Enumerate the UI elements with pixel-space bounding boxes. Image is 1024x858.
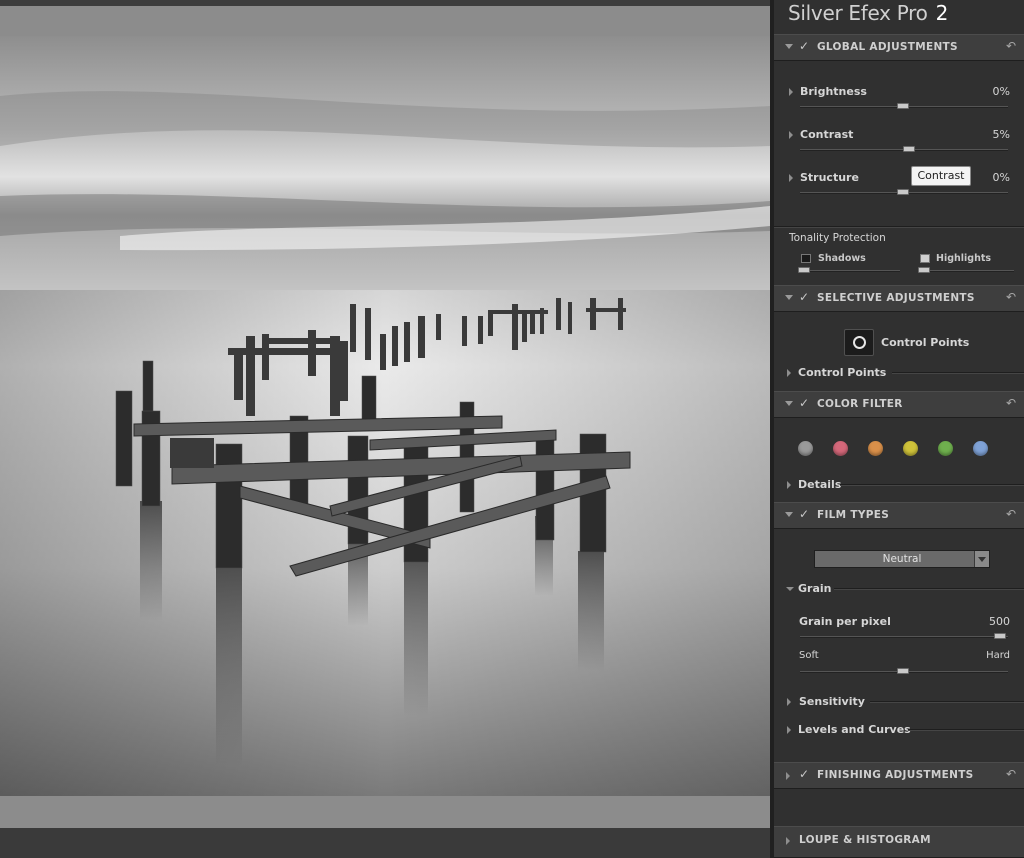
grain-softness-slider-handle[interactable] [897,668,909,674]
structure-label: Structure [800,171,859,184]
collapse-triangle-icon[interactable] [785,44,793,49]
check-icon[interactable]: ✓ [799,39,809,53]
brightness-label: Brightness [800,85,867,98]
color-filter-green-swatch[interactable] [938,441,953,456]
grain-per-pixel-slider-handle[interactable] [994,633,1006,639]
section-film-types[interactable]: ✓ FILM TYPES ↶ [774,502,1024,529]
section-color-filter[interactable]: ✓ COLOR FILTER ↶ [774,391,1024,418]
color-filter-neutral-swatch[interactable] [798,441,813,456]
grain-soft-label: Soft [799,650,819,661]
tonality-protection-label: Tonality Protection [789,232,886,244]
grain-per-pixel-value: 500 [989,615,1010,628]
image-preview-area [0,0,770,858]
chevron-down-icon[interactable] [974,551,989,567]
divider [892,372,1024,374]
undo-icon[interactable]: ↶ [1006,39,1016,53]
section-label: FILM TYPES [817,509,890,521]
film-type-selected: Neutral [882,553,922,565]
control-points-button-label: Control Points [881,336,970,349]
structure-value: 0% [992,171,1010,184]
preview-photo[interactable] [0,36,770,796]
collapse-triangle-icon[interactable] [785,295,793,300]
shadows-checkbox[interactable] [801,254,811,263]
highlights-slider-handle[interactable] [918,267,930,273]
divider [774,226,1024,228]
expand-triangle-icon[interactable] [789,88,793,96]
color-filter-details-label[interactable]: Details [798,478,841,491]
undo-icon[interactable]: ↶ [1006,767,1016,781]
divider [870,701,1024,703]
expand-triangle-icon[interactable] [789,174,793,182]
structure-slider-handle[interactable] [897,189,909,195]
section-label: LOUPE & HISTOGRAM [799,834,931,846]
color-filter-red-swatch[interactable] [833,441,848,456]
grain-hard-label: Hard [986,650,1010,661]
collapse-triangle-icon[interactable] [785,401,793,406]
app-title: Silver Efex Pro 2 [788,0,948,33]
divider [908,729,1024,731]
collapse-triangle-icon[interactable] [785,512,793,517]
grain-per-pixel-slider-track[interactable] [800,636,1008,638]
highlights-label: Highlights [936,253,992,264]
undo-icon[interactable]: ↶ [1006,396,1016,410]
contrast-slider-handle[interactable] [903,146,915,152]
divider [834,588,1024,590]
adjustments-panel: Silver Efex Pro 2 ✓ GLOBAL ADJUSTMENTS ↶… [770,0,1024,858]
sensitivity-label[interactable]: Sensitivity [799,695,865,708]
highlights-slider-track[interactable] [920,270,1014,272]
section-label: FINISHING ADJUSTMENTS [817,769,974,781]
section-global-adjustments[interactable]: ✓ GLOBAL ADJUSTMENTS ↶ [774,34,1024,61]
undo-icon[interactable]: ↶ [1006,507,1016,521]
section-loupe-histogram[interactable]: LOUPE & HISTOGRAM [774,826,1024,858]
expand-triangle-icon[interactable] [787,726,791,734]
control-points-row-label[interactable]: Control Points [798,366,886,379]
section-finishing-adjustments[interactable]: ✓ FINISHING ADJUSTMENTS ↶ [774,762,1024,789]
contrast-value: 5% [992,128,1010,141]
section-label: GLOBAL ADJUSTMENTS [817,41,958,53]
section-selective-adjustments[interactable]: ✓ SELECTIVE ADJUSTMENTS ↶ [774,285,1024,312]
grain-per-pixel-label: Grain per pixel [799,615,891,628]
expand-triangle-icon[interactable] [787,481,791,489]
check-icon[interactable]: ✓ [799,767,809,781]
shadows-slider-track[interactable] [800,270,900,272]
grain-label[interactable]: Grain [798,582,831,595]
collapse-triangle-icon[interactable] [786,587,794,591]
divider [840,484,1024,486]
section-label: COLOR FILTER [817,398,903,410]
brightness-slider-handle[interactable] [897,103,909,109]
shadows-label: Shadows [818,253,866,264]
highlights-checkbox[interactable] [920,254,930,263]
expand-triangle-icon[interactable] [786,772,790,780]
preview-frame-bottom [0,796,770,828]
preview-frame-top [0,6,770,36]
add-control-point-button[interactable] [844,329,874,356]
control-point-icon [853,336,866,349]
check-icon[interactable]: ✓ [799,507,809,521]
expand-triangle-icon[interactable] [787,369,791,377]
levels-curves-label[interactable]: Levels and Curves [798,723,911,736]
contrast-label: Contrast [800,128,854,141]
check-icon[interactable]: ✓ [799,290,809,304]
film-type-select[interactable]: Neutral [814,550,990,568]
expand-triangle-icon[interactable] [787,698,791,706]
check-icon[interactable]: ✓ [799,396,809,410]
shadows-slider-handle[interactable] [798,267,810,273]
color-filter-orange-swatch[interactable] [868,441,883,456]
app-version: 2 [935,1,949,25]
slider-tooltip: Contrast [911,166,971,186]
section-label: SELECTIVE ADJUSTMENTS [817,292,975,304]
expand-triangle-icon[interactable] [789,131,793,139]
preview-bottom-band [0,828,770,858]
app-title-text: Silver Efex Pro [788,1,928,25]
brightness-value: 0% [992,85,1010,98]
color-filter-blue-swatch[interactable] [973,441,988,456]
undo-icon[interactable]: ↶ [1006,290,1016,304]
expand-triangle-icon[interactable] [786,837,790,845]
color-filter-yellow-swatch[interactable] [903,441,918,456]
